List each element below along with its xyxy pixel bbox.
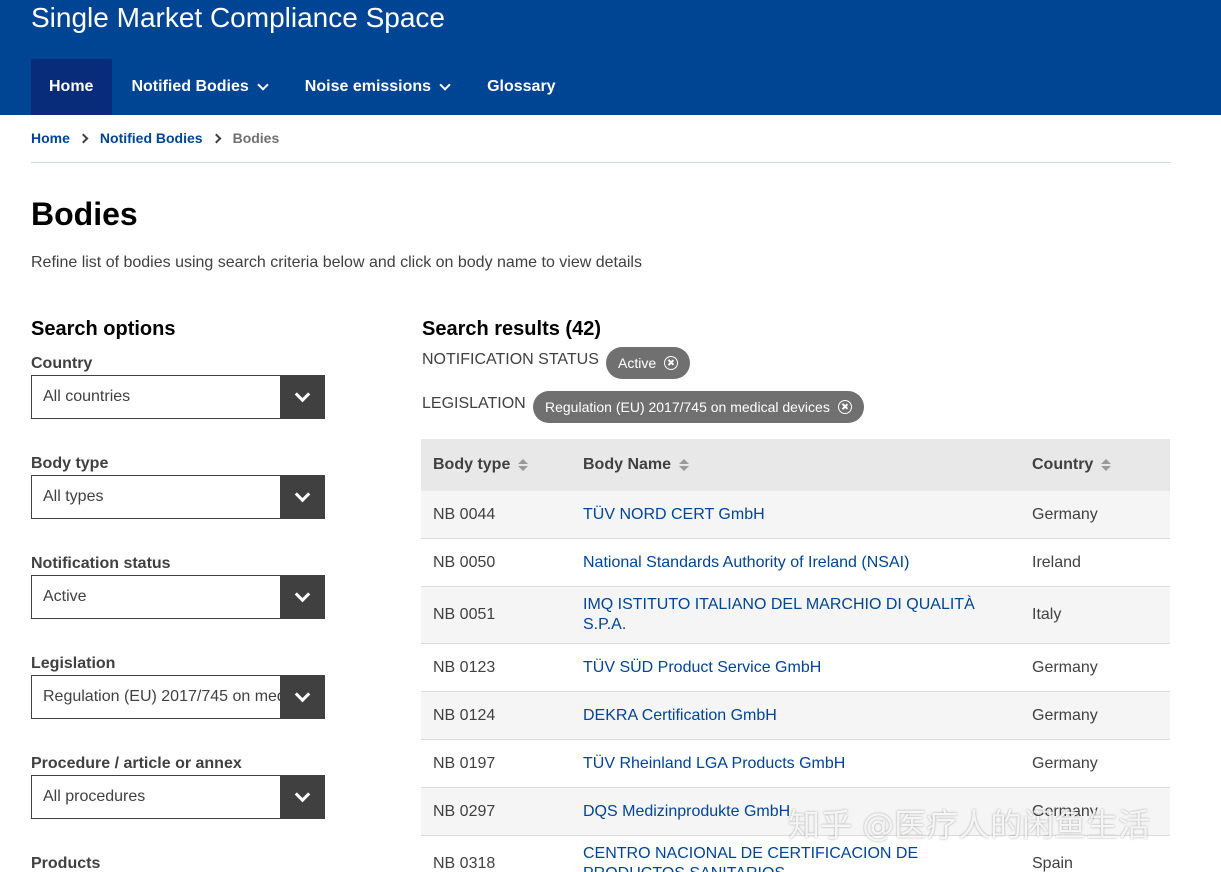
remove-filter-icon[interactable] <box>664 356 679 370</box>
country-cell: Germany <box>1032 505 1098 523</box>
body-type-dropdown-button[interactable] <box>280 476 324 518</box>
nav-home[interactable]: Home <box>31 59 113 115</box>
body-name-link[interactable]: IMQ ISTITUTO ITALIANO DEL MARCHIO DI QUA… <box>571 595 1020 635</box>
country-select[interactable]: All countries <box>31 375 325 419</box>
nav-glossary[interactable]: Glossary <box>468 59 574 115</box>
country-cell: Spain <box>1032 855 1073 872</box>
chevron-down-icon <box>294 586 310 602</box>
column-header-country[interactable]: Country <box>1020 456 1170 474</box>
filter-chip-active[interactable]: Active <box>606 347 691 379</box>
search-results-title: Search results (42) <box>422 318 601 340</box>
body-type-cell: NB 0297 <box>433 802 496 820</box>
column-header-body-type-label: Body type <box>433 456 511 473</box>
procedure-select-value: All procedures <box>43 788 146 805</box>
site-header: Single Market Compliance Space Home Noti… <box>0 0 1221 115</box>
procedure-select[interactable]: All procedures <box>31 775 325 819</box>
site-title[interactable]: Single Market Compliance Space <box>31 2 445 34</box>
legislation-select[interactable]: Regulation (EU) 2017/745 on medical devi… <box>31 675 325 719</box>
body-type-cell: NB 0044 <box>433 505 496 523</box>
notification-status-select[interactable]: Active <box>31 575 325 619</box>
body-type-cell: NB 0124 <box>433 706 496 724</box>
breadcrumb-home[interactable]: Home <box>31 130 70 146</box>
nav-noise-emissions[interactable]: Noise emissions <box>286 59 468 115</box>
body-name-link[interactable]: DEKRA Certification GmbH <box>571 706 1020 726</box>
products-label: Products <box>31 855 101 872</box>
filter-chip-active-label: Active <box>618 355 657 371</box>
chevron-right-icon <box>78 133 89 143</box>
body-type-cell: NB 0197 <box>433 754 496 772</box>
procedure-dropdown-button[interactable] <box>280 776 324 818</box>
chevron-down-icon <box>294 786 310 802</box>
notification-status-select-value: Active <box>43 588 87 605</box>
country-dropdown-button[interactable] <box>280 376 324 418</box>
chevron-down-icon <box>294 686 310 702</box>
table-row: NB 0044 TÜV NORD CERT GmbH Germany <box>421 491 1170 539</box>
breadcrumb-divider <box>31 162 1171 163</box>
chevron-right-icon <box>211 133 222 143</box>
column-header-country-label: Country <box>1032 456 1094 473</box>
chevron-down-icon <box>257 78 269 91</box>
legislation-label: Legislation <box>31 655 116 672</box>
table-row: NB 0051 IMQ ISTITUTO ITALIANO DEL MARCHI… <box>421 587 1170 644</box>
column-header-body-type[interactable]: Body type <box>421 456 571 474</box>
breadcrumb-notified-bodies[interactable]: Notified Bodies <box>100 130 203 146</box>
body-type-select[interactable]: All types <box>31 475 325 519</box>
nav-home-label: Home <box>49 78 94 95</box>
country-cell: Germany <box>1032 658 1098 676</box>
notification-status-label: Notification status <box>31 555 171 572</box>
body-type-cell: NB 0050 <box>433 553 496 571</box>
body-type-label: Body type <box>31 455 109 472</box>
nav-notified-bodies[interactable]: Notified Bodies <box>112 59 285 115</box>
table-row: NB 0124 DEKRA Certification GmbH Germany <box>421 692 1170 740</box>
body-type-cell: NB 0318 <box>433 855 496 872</box>
column-header-body-name[interactable]: Body Name <box>571 456 1020 474</box>
chevron-down-icon <box>439 78 451 91</box>
country-select-value: All countries <box>43 388 131 405</box>
procedure-label: Procedure / article or annex <box>31 755 242 772</box>
sort-icon <box>518 459 529 471</box>
filter-chip-legislation-label: Regulation (EU) 2017/745 on medical devi… <box>545 399 830 415</box>
body-name-link[interactable]: TÜV Rheinland LGA Products GmbH <box>571 754 1020 774</box>
body-name-link[interactable]: CENTRO NACIONAL DE CERTIFICACION DE PROD… <box>571 844 1020 872</box>
filter-label-notification-status: NOTIFICATION STATUS <box>422 351 599 368</box>
notification-status-dropdown-button[interactable] <box>280 576 324 618</box>
breadcrumb: Home Notified Bodies Bodies <box>31 130 279 146</box>
nav-noise-emissions-label: Noise emissions <box>304 78 432 95</box>
body-name-link[interactable]: National Standards Authority of Ireland … <box>571 553 1020 573</box>
table-header: Body type Body Name Country <box>421 439 1170 491</box>
filter-chip-legislation[interactable]: Regulation (EU) 2017/745 on medical devi… <box>533 391 864 423</box>
country-cell: Germany <box>1032 706 1098 724</box>
country-cell: Italy <box>1032 606 1062 623</box>
body-type-cell: NB 0123 <box>433 658 496 676</box>
table-row: NB 0123 TÜV SÜD Product Service GmbH Ger… <box>421 644 1170 692</box>
table-row: NB 0050 National Standards Authority of … <box>421 539 1170 587</box>
breadcrumb-current: Bodies <box>232 130 280 146</box>
country-label: Country <box>31 355 93 372</box>
sort-icon <box>679 459 690 471</box>
country-cell: Ireland <box>1032 553 1081 571</box>
body-type-cell: NB 0051 <box>433 606 496 623</box>
nav-glossary-label: Glossary <box>487 78 556 95</box>
nav-notified-bodies-label: Notified Bodies <box>131 78 249 95</box>
table-row: NB 0197 TÜV Rheinland LGA Products GmbH … <box>421 740 1170 788</box>
body-type-select-value: All types <box>43 488 104 505</box>
page-description: Refine list of bodies using search crite… <box>31 254 642 271</box>
filter-label-legislation: LEGISLATION <box>422 395 526 412</box>
main-nav: Home Notified Bodies Noise emissions Glo… <box>31 59 575 115</box>
legislation-select-value: Regulation (EU) 2017/745 on medical devi… <box>43 688 280 705</box>
chevron-down-icon <box>294 486 310 502</box>
watermark: 知乎 @医疗人的闲鱼生活 <box>788 806 1151 844</box>
search-options-title: Search options <box>31 318 176 340</box>
body-name-link[interactable]: TÜV NORD CERT GmbH <box>571 505 1020 525</box>
legislation-dropdown-button[interactable] <box>280 676 324 718</box>
remove-filter-icon[interactable] <box>837 400 852 414</box>
body-name-link[interactable]: TÜV SÜD Product Service GmbH <box>571 658 1020 678</box>
column-header-body-name-label: Body Name <box>583 456 672 473</box>
page-title: Bodies <box>31 196 138 232</box>
chevron-down-icon <box>294 386 310 402</box>
country-cell: Germany <box>1032 754 1098 772</box>
sort-icon <box>1101 459 1112 471</box>
